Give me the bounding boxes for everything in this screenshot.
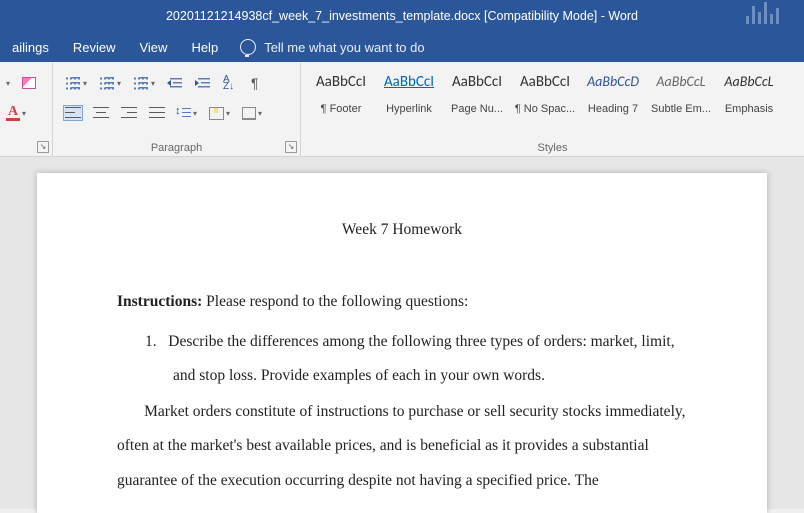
styles-group-label: Styles xyxy=(301,142,804,154)
sort-button[interactable]: AZ↓ xyxy=(221,74,241,92)
question-text: Describe the differences among the follo… xyxy=(168,333,674,384)
sort-icon: AZ↓ xyxy=(223,76,239,90)
tab-view[interactable]: View xyxy=(127,32,179,62)
bullets-button[interactable]: ▾ xyxy=(63,74,89,92)
tab-review[interactable]: Review xyxy=(61,32,128,62)
style-preview: AaBbCcL xyxy=(716,73,782,97)
document-workspace: Week 7 Homework Instructions: Please res… xyxy=(0,157,804,509)
increase-indent-button[interactable] xyxy=(193,74,213,92)
instructions-text: Please respond to the following question… xyxy=(202,293,468,310)
tell-me-search[interactable]: Tell me what you want to do xyxy=(240,39,424,55)
lightbulb-icon xyxy=(240,39,256,55)
bullets-icon xyxy=(65,76,81,90)
group-font-partial: ▾ A ▾ ↘ xyxy=(0,62,53,156)
question-1: 1. Describe the differences among the fo… xyxy=(117,325,687,393)
align-right-button[interactable] xyxy=(119,105,139,121)
shading-button[interactable]: ▾ xyxy=(207,105,232,122)
ribbon: ▾ A ▾ ↘ ▾ ▾ ▾ AZ↓ ¶ ▾ xyxy=(0,62,804,157)
align-center-icon xyxy=(93,107,109,119)
style-item-0[interactable]: AaBbCcI ¶ Footer xyxy=(307,64,375,126)
style-label: Subtle Em... xyxy=(648,103,714,115)
align-justify-button[interactable] xyxy=(147,105,167,121)
style-preview: AaBbCcI xyxy=(444,73,510,97)
align-left-icon xyxy=(65,107,81,119)
tab-help[interactable]: Help xyxy=(179,32,230,62)
tab-mailings[interactable]: ailings xyxy=(0,32,61,62)
instructions-line: Instructions: Please respond to the foll… xyxy=(117,285,687,319)
style-preview: AaBbCcI xyxy=(376,73,442,97)
answer-text: Market orders constitute of instructions… xyxy=(117,403,686,488)
style-item-3[interactable]: AaBbCcI ¶ No Spac... xyxy=(511,64,579,126)
style-label: Page Nu... xyxy=(444,103,510,115)
font-color-button[interactable]: A ▾ xyxy=(4,104,28,123)
question-number: 1. xyxy=(145,333,157,350)
doc-title: Week 7 Homework xyxy=(237,213,567,247)
multilevel-button[interactable]: ▾ xyxy=(131,74,157,92)
numbering-icon xyxy=(99,76,115,90)
font-color-icon: A xyxy=(6,106,20,121)
style-preview: AaBbCcL xyxy=(648,73,714,97)
align-justify-icon xyxy=(149,107,165,119)
borders-button[interactable]: ▾ xyxy=(240,105,264,122)
highlighter-button[interactable] xyxy=(20,75,38,91)
group-paragraph: ▾ ▾ ▾ AZ↓ ¶ ▾ ▾ ▾ Paragraph ↘ xyxy=(53,62,301,156)
shading-icon xyxy=(209,107,224,120)
style-label: Emphasis xyxy=(716,103,782,115)
style-item-4[interactable]: AaBbCcD Heading 7 xyxy=(579,64,647,126)
font-group-launcher[interactable]: ↘ xyxy=(37,141,49,153)
tell-me-label: Tell me what you want to do xyxy=(264,40,424,55)
line-spacing-icon xyxy=(177,106,191,120)
borders-icon xyxy=(242,107,256,120)
decrease-indent-icon xyxy=(167,76,183,90)
clear-formatting-button[interactable]: ▾ xyxy=(4,77,12,90)
style-label: ¶ Footer xyxy=(308,103,374,115)
window-title: 20201121214938cf_week_7_investments_temp… xyxy=(166,9,638,23)
align-left-button[interactable] xyxy=(63,105,83,121)
style-item-2[interactable]: AaBbCcI Page Nu... xyxy=(443,64,511,126)
show-marks-button[interactable]: ¶ xyxy=(249,73,261,93)
highlighter-icon xyxy=(22,77,36,89)
align-center-button[interactable] xyxy=(91,105,111,121)
titlebar: 20201121214938cf_week_7_investments_temp… xyxy=(0,0,804,32)
document-page[interactable]: Week 7 Homework Instructions: Please res… xyxy=(37,173,767,513)
style-item-5[interactable]: AaBbCcL Subtle Em... xyxy=(647,64,715,126)
paragraph-group-launcher[interactable]: ↘ xyxy=(285,141,297,153)
style-label: ¶ No Spac... xyxy=(512,103,578,115)
pilcrow-icon: ¶ xyxy=(251,75,259,91)
multilevel-icon xyxy=(133,76,149,90)
instructions-label: Instructions: xyxy=(117,293,202,310)
answer-body: Market orders constitute of instructions… xyxy=(117,395,687,497)
group-styles: AaBbCcI¶ FooterAaBbCcIHyperlinkAaBbCcIPa… xyxy=(301,62,804,156)
style-preview: AaBbCcD xyxy=(580,73,646,97)
style-preview: AaBbCcI xyxy=(308,73,374,97)
style-label: Heading 7 xyxy=(580,103,646,115)
style-item-1[interactable]: AaBbCcI Hyperlink xyxy=(375,64,443,126)
ribbon-tabstrip: ailings Review View Help Tell me what yo… xyxy=(0,32,804,62)
decrease-indent-button[interactable] xyxy=(165,74,185,92)
style-label: Hyperlink xyxy=(376,103,442,115)
style-item-6[interactable]: AaBbCcL Emphasis xyxy=(715,64,783,126)
paragraph-group-label: Paragraph xyxy=(53,142,300,154)
align-right-icon xyxy=(121,107,137,119)
style-preview: AaBbCcI xyxy=(512,73,578,97)
app-logo xyxy=(746,0,786,24)
numbering-button[interactable]: ▾ xyxy=(97,74,123,92)
line-spacing-button[interactable]: ▾ xyxy=(175,104,199,122)
increase-indent-icon xyxy=(195,76,211,90)
